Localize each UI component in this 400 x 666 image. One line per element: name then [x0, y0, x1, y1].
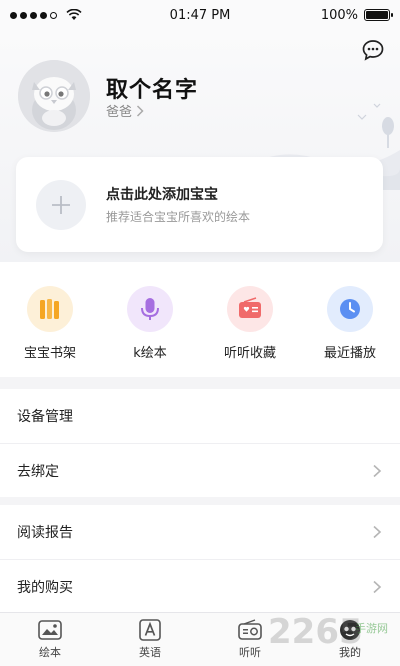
chevron-right-icon	[373, 580, 382, 593]
signal-dot	[30, 11, 37, 19]
signal-strength	[10, 9, 130, 21]
radio-icon	[227, 286, 273, 332]
chat-bubble-icon	[362, 40, 384, 61]
menu-item-label: 设备管理	[17, 409, 73, 425]
signal-dot	[20, 11, 27, 19]
quick-action-bookshelf[interactable]: 宝宝书架	[0, 262, 100, 377]
tab-label: 英语	[139, 646, 161, 659]
picture-book-icon	[38, 620, 62, 640]
clock-icon	[327, 286, 373, 332]
watermark: 2265	[268, 612, 363, 652]
quick-action-label: k绘本	[133, 346, 167, 361]
tab-picture-book[interactable]: 绘本	[0, 613, 100, 666]
menu-group-reports: 阅读报告 我的购买	[0, 505, 400, 613]
battery-icon	[364, 9, 393, 21]
clock: 01:47 PM	[169, 7, 231, 23]
add-child-subtitle: 推荐适合宝宝所喜欢的绘本	[106, 210, 251, 224]
message-button[interactable]	[361, 38, 385, 62]
signal-dot	[10, 11, 17, 19]
tab-label: 听听	[239, 646, 261, 659]
profile-role: 爸爸	[106, 105, 133, 120]
profile-name[interactable]: 取个名字	[106, 72, 198, 104]
battery-level	[366, 11, 388, 19]
menu-item-bind[interactable]: 去绑定	[0, 443, 400, 497]
plus-icon	[52, 196, 70, 214]
quick-action-label: 宝宝书架	[23, 346, 76, 361]
watermark-site: 手游网	[355, 622, 388, 635]
menu-item-label: 我的购买	[17, 579, 73, 596]
owl-avatar-icon	[18, 60, 90, 132]
signal-dot	[50, 11, 57, 19]
battery-percent: 100%	[320, 7, 358, 23]
chevron-right-icon	[373, 464, 382, 477]
quick-action-k-picture-book[interactable]: k绘本	[100, 262, 200, 377]
radio-listen-icon	[238, 619, 262, 640]
menu-item-my-purchases[interactable]: 我的购买	[0, 559, 400, 613]
signal-dot	[40, 11, 47, 19]
menu-item-label: 去绑定	[17, 463, 59, 480]
status-bar: 01:47 PM 100%	[0, 0, 400, 30]
tab-english[interactable]: 英语	[100, 613, 200, 666]
profile-role-link[interactable]: 爸爸	[106, 101, 144, 120]
quick-action-label: 最近播放	[323, 346, 376, 361]
add-child-card[interactable]: 点击此处添加宝宝 推荐适合宝宝所喜欢的绘本	[16, 157, 383, 252]
tab-label: 绘本	[39, 646, 61, 659]
add-child-title: 点击此处添加宝宝	[106, 187, 218, 203]
menu-item-device-management[interactable]: 设备管理	[0, 389, 400, 443]
add-child-button[interactable]	[36, 180, 86, 230]
microphone-icon	[127, 286, 173, 332]
quick-actions: 宝宝书架 k绘本 听听收藏 最近播放	[0, 262, 400, 377]
quick-action-favorites[interactable]: 听听收藏	[200, 262, 300, 377]
menu-item-reading-report[interactable]: 阅读报告	[0, 505, 400, 559]
chevron-right-icon	[136, 104, 144, 117]
menu-item-label: 阅读报告	[17, 525, 73, 541]
menu-group-device: 设备管理 去绑定	[0, 389, 400, 497]
avatar[interactable]	[18, 60, 90, 132]
bookshelf-icon	[27, 286, 73, 332]
quick-action-recent-play[interactable]: 最近播放	[300, 262, 400, 377]
english-icon	[139, 619, 161, 641]
wifi-icon	[66, 9, 82, 20]
quick-action-label: 听听收藏	[223, 346, 276, 361]
chevron-right-icon	[373, 525, 382, 539]
